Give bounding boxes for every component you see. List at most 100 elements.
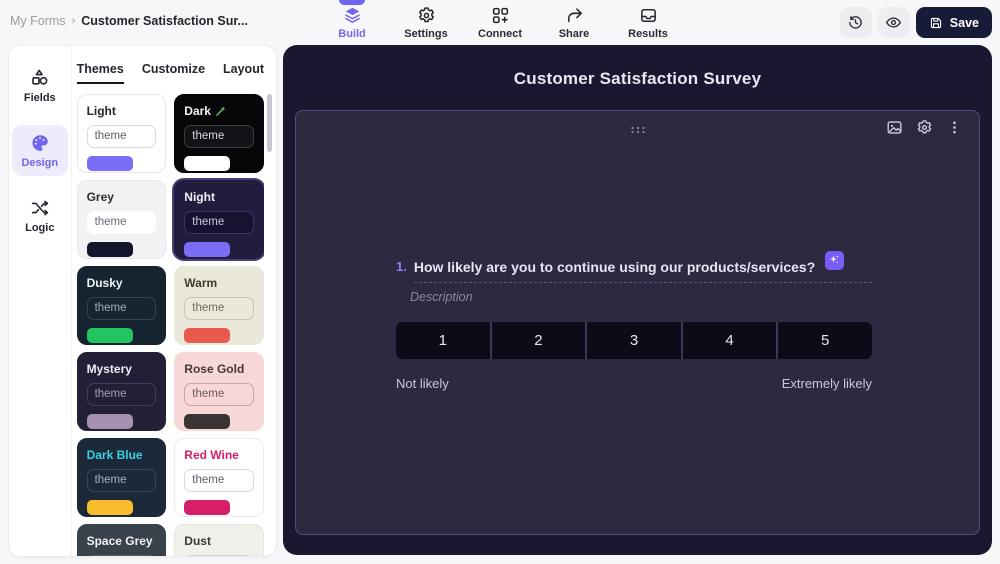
image-icon[interactable]: [886, 119, 903, 136]
theme-input-preview: theme: [86, 297, 157, 320]
gear-icon[interactable]: [916, 119, 933, 136]
breadcrumb-my-forms[interactable]: My Forms: [10, 14, 66, 28]
theme-name: Space Grey: [86, 534, 153, 548]
theme-swatch: [184, 414, 231, 429]
theme-input-preview: theme: [184, 297, 254, 320]
theme-card-space-grey[interactable]: Space Grey theme: [76, 524, 167, 556]
question-text-field[interactable]: How likely are you to continue using our…: [413, 251, 872, 283]
ai-assist-button[interactable]: [825, 251, 845, 270]
theme-swatch: [86, 242, 133, 257]
gear-icon: [417, 6, 436, 25]
theme-card-dusky[interactable]: Dusky theme: [76, 266, 167, 345]
shuffle-icon: [30, 198, 50, 218]
tab-layout[interactable]: Layout: [223, 62, 264, 84]
sidebar-item-fields[interactable]: Fields: [12, 60, 68, 111]
theme-swatch: [184, 156, 231, 171]
scale-right-label: Extremely likely: [781, 376, 872, 391]
preview-button[interactable]: [877, 7, 910, 38]
rating-scale-cell-1[interactable]: 1: [396, 322, 490, 359]
top-nav: Build Settings Connect Share Results: [323, 0, 677, 40]
theme-swatch: [184, 242, 231, 257]
theme-card-dark[interactable]: Dark theme: [174, 94, 264, 173]
question-description-placeholder[interactable]: Description: [410, 290, 872, 304]
theme-input-preview: theme: [86, 211, 157, 234]
active-tab-indicator: [339, 0, 365, 5]
theme-card-dust[interactable]: Dust theme: [174, 524, 264, 556]
question-card-header: [296, 111, 979, 145]
theme-name: Rose Gold: [184, 362, 245, 376]
sidebar-item-design[interactable]: Design: [11, 125, 68, 176]
rating-scale-labels: Not likely Extremely likely: [396, 376, 872, 391]
theme-input-preview: theme: [184, 555, 254, 556]
scale-left-label: Not likely: [396, 376, 449, 391]
layers-icon: [343, 6, 362, 25]
question-text[interactable]: How likely are you to continue using our…: [414, 259, 815, 275]
eye-icon: [885, 14, 902, 31]
rating-scale-cell-3[interactable]: 3: [587, 322, 681, 359]
theme-swatch: [86, 328, 133, 343]
theme-card-night[interactable]: Night theme: [174, 180, 264, 259]
history-button[interactable]: [839, 7, 872, 38]
theme-card-mystery[interactable]: Mystery theme: [76, 352, 167, 431]
topnav-settings-label: Settings: [404, 28, 448, 40]
topnav-results-label: Results: [628, 28, 668, 40]
breadcrumb: My Forms › Customer Satisfaction Sur...: [10, 14, 248, 28]
theme-card-dark-blue[interactable]: Dark Blue theme: [76, 438, 167, 517]
theme-name: Night: [184, 190, 215, 204]
grid-plus-icon: [491, 6, 510, 25]
drag-handle-icon[interactable]: [628, 120, 648, 140]
comet-icon: [215, 105, 227, 117]
topnav-connect[interactable]: Connect: [471, 6, 529, 40]
shapes-icon: [30, 68, 50, 88]
topbar-actions: Save: [839, 7, 992, 38]
theme-name: Mystery: [86, 362, 132, 376]
topnav-share-label: Share: [558, 28, 590, 40]
question-body: 1. How likely are you to continue using …: [296, 251, 979, 391]
topbar: My Forms › Customer Satisfaction Sur... …: [0, 0, 1000, 45]
rating-scale: 12345: [396, 322, 872, 359]
kebab-menu-icon[interactable]: [946, 119, 963, 136]
rating-scale-cell-2[interactable]: 2: [491, 322, 586, 359]
palette-icon: [30, 133, 50, 153]
theme-input-preview: theme: [86, 125, 157, 148]
sidebar-item-design-label: Design: [21, 157, 59, 169]
rating-scale-cell-4[interactable]: 4: [682, 322, 777, 359]
save-button[interactable]: Save: [915, 7, 992, 38]
rating-scale-cell-5[interactable]: 5: [778, 322, 872, 359]
theme-grid: Light theme Dark theme Grey theme Night …: [76, 94, 264, 556]
question-card[interactable]: 1. How likely are you to continue using …: [295, 110, 980, 535]
topnav-build[interactable]: Build: [323, 0, 381, 40]
question-row: 1. How likely are you to continue using …: [396, 251, 872, 283]
theme-swatch: [86, 156, 133, 171]
topnav-share[interactable]: Share: [545, 6, 603, 40]
form-preview: Customer Satisfaction Survey 1. How like…: [283, 45, 992, 555]
topnav-build-label: Build: [338, 28, 366, 40]
sidebar-item-logic[interactable]: Logic: [12, 190, 68, 241]
topnav-connect-label: Connect: [478, 28, 522, 40]
theme-card-grey[interactable]: Grey theme: [76, 180, 167, 259]
theme-card-light[interactable]: Light theme: [76, 94, 167, 173]
panel-scrollbar[interactable]: [267, 94, 272, 152]
sparkle-ai-icon: [827, 253, 842, 268]
theme-name: Dark Blue: [86, 448, 143, 462]
topnav-results[interactable]: Results: [619, 6, 677, 40]
theme-input-preview: theme: [86, 469, 157, 492]
save-button-label: Save: [949, 15, 979, 30]
theme-input-preview: theme: [86, 383, 157, 406]
tab-customize[interactable]: Customize: [142, 62, 205, 84]
theme-card-warm[interactable]: Warm theme: [174, 266, 264, 345]
theme-input-preview: theme: [184, 383, 254, 406]
themes-tab-bar: Themes Customize Layout: [76, 62, 264, 84]
inbox-icon: [639, 6, 658, 25]
question-card-tools: [886, 119, 963, 136]
tab-themes[interactable]: Themes: [76, 62, 124, 84]
theme-name: Dusky: [86, 276, 123, 290]
topnav-settings[interactable]: Settings: [397, 6, 455, 40]
theme-input-preview: theme: [86, 555, 157, 556]
theme-card-rose-gold[interactable]: Rose Gold theme: [174, 352, 264, 431]
sidebar-item-logic-label: Logic: [25, 222, 55, 234]
design-panel: Fields Design Logic Themes Customize Layou…: [8, 45, 277, 557]
theme-card-red-wine[interactable]: Red Wine theme: [174, 438, 264, 517]
theme-input-preview: theme: [184, 125, 254, 148]
theme-swatch: [184, 328, 231, 343]
